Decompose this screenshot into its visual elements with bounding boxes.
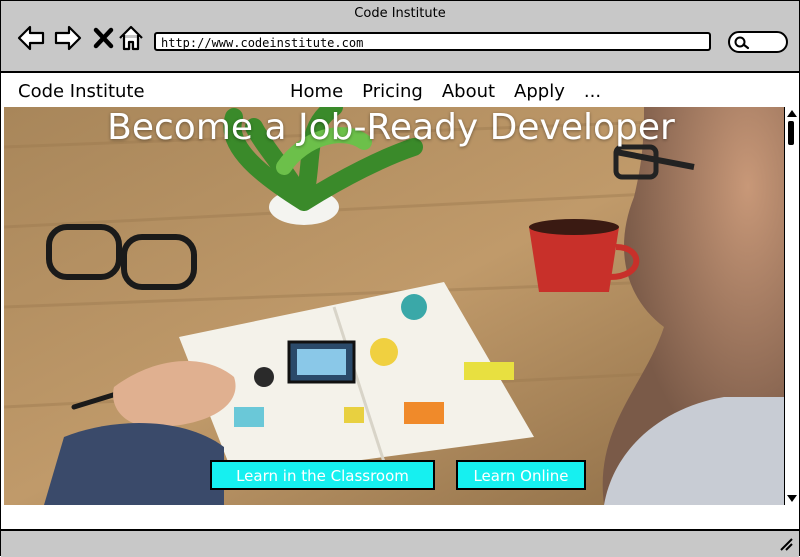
learn-online-button[interactable]: Learn Online [456,460,586,490]
learn-in-classroom-button[interactable]: Learn in the Classroom [210,460,435,490]
site-brand[interactable]: Code Institute [18,81,145,102]
address-bar[interactable]: http://www.codeinstitute.com [154,32,711,51]
search-icon[interactable] [734,36,750,50]
hero-background-image [4,107,784,505]
forward-arrow-icon[interactable] [53,23,83,53]
window-title: Code Institute [354,6,446,21]
vertical-scrollbar[interactable] [784,107,799,505]
nav-item-more[interactable]: ... [584,81,601,102]
scroll-down-arrow-icon[interactable] [787,495,797,502]
browser-statusbar [1,529,799,557]
resize-grip-icon[interactable] [779,537,793,551]
nav-item-pricing[interactable]: Pricing [362,81,423,102]
browser-window: Code Institute http://www.codeinstitute.… [0,0,800,557]
site-navbar: Code Institute Home Pricing About Apply … [1,73,799,107]
hero-section [4,107,784,505]
nav-item-home[interactable]: Home [290,81,343,102]
nav-menu: Home Pricing About Apply ... [290,81,601,102]
nav-item-apply[interactable]: Apply [514,81,565,102]
nav-item-about[interactable]: About [442,81,495,102]
scrollbar-thumb[interactable] [788,121,794,145]
browser-titlebar: Code Institute http://www.codeinstitute.… [1,1,799,73]
back-arrow-icon[interactable] [16,23,46,53]
home-icon[interactable] [116,23,146,53]
close-x-icon[interactable] [89,23,119,53]
search-box[interactable] [728,31,788,53]
scroll-up-arrow-icon[interactable] [787,110,797,117]
hero-headline: Become a Job-Ready Developer [107,107,675,148]
